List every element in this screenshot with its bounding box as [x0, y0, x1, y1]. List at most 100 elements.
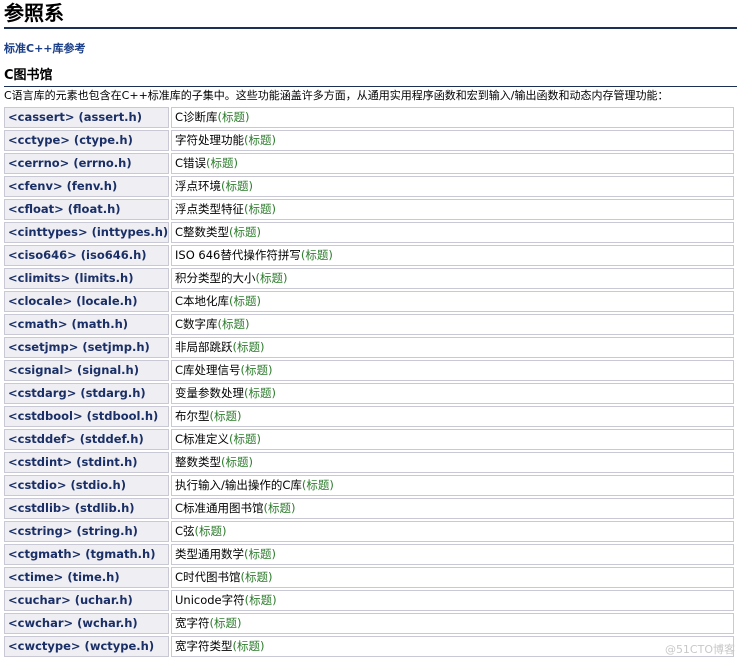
header-name-link[interactable]: <csetjmp> (setjmp.h)	[4, 337, 169, 358]
header-description: 积分类型的大小	[175, 271, 256, 285]
header-description-cell: C标准通用图书馆(标题)	[171, 498, 734, 519]
header-description-cell: 浮点类型特征(标题)	[171, 199, 734, 220]
header-description-cell: 宽字符类型(标题)	[171, 636, 734, 657]
header-tag-link[interactable]: (标题)	[221, 179, 253, 193]
header-description: ISO 646替代操作符拼写	[175, 248, 301, 262]
header-description-cell: Unicode字符(标题)	[171, 590, 734, 611]
header-name-link[interactable]: <cstdint> (stdint.h)	[4, 452, 169, 473]
table-row: <cfenv> (fenv.h) 浮点环境(标题)	[4, 176, 734, 197]
header-name-link[interactable]: <ctime> (time.h)	[4, 567, 169, 588]
header-tag-link[interactable]: (标题)	[241, 363, 273, 377]
header-tag-link[interactable]: (标题)	[244, 547, 276, 561]
header-name-link[interactable]: <cerrno> (errno.h)	[4, 153, 169, 174]
header-name-link[interactable]: <cctype> (ctype.h)	[4, 130, 169, 151]
header-tag-link[interactable]: (标题)	[241, 570, 273, 584]
header-name-link[interactable]: <cassert> (assert.h)	[4, 107, 169, 128]
table-row: <climits> (limits.h) 积分类型的大小(标题)	[4, 268, 734, 289]
header-tag-link[interactable]: (标题)	[245, 593, 277, 607]
header-tag-link[interactable]: (标题)	[218, 110, 250, 124]
table-row: <cinttypes> (inttypes.h) C整数类型(标题)	[4, 222, 734, 243]
header-tag-link[interactable]: (标题)	[301, 248, 333, 262]
header-description: C错误	[175, 156, 207, 170]
header-tag-link[interactable]: (标题)	[229, 432, 261, 446]
reference-page: 参照系 标准C++库参考 C图书馆 C语言库的元素也包含在C++标准库的子集中。…	[0, 0, 743, 659]
header-description: 非局部跳跃	[175, 340, 233, 354]
header-name-link[interactable]: <cstdbool> (stdbool.h)	[4, 406, 169, 427]
header-description-cell: 执行输入/输出操作的C库(标题)	[171, 475, 734, 496]
table-row: <cstring> (string.h) C弦(标题)	[4, 521, 734, 542]
header-tag-link[interactable]: (标题)	[244, 133, 276, 147]
table-row: <cstdbool> (stdbool.h) 布尔型(标题)	[4, 406, 734, 427]
table-row: <cstddef> (stddef.h) C标准定义(标题)	[4, 429, 734, 450]
header-name-link[interactable]: <cstdarg> (stdarg.h)	[4, 383, 169, 404]
breadcrumb-link[interactable]: 标准C++库参考	[4, 42, 86, 56]
header-name-link[interactable]: <cuchar> (uchar.h)	[4, 590, 169, 611]
table-row: <cstdint> (stdint.h) 整数类型(标题)	[4, 452, 734, 473]
table-row: <ctime> (time.h) C时代图书馆(标题)	[4, 567, 734, 588]
header-description: C标准定义	[175, 432, 230, 446]
header-description-cell: 类型通用数学(标题)	[171, 544, 734, 565]
header-name-link[interactable]: <ciso646> (iso646.h)	[4, 245, 169, 266]
header-description: C整数类型	[175, 225, 230, 239]
header-name-link[interactable]: <cwctype> (wctype.h)	[4, 636, 169, 657]
header-description-cell: 字符处理功能(标题)	[171, 130, 734, 151]
header-name-link[interactable]: <cstddef> (stddef.h)	[4, 429, 169, 450]
header-name-link[interactable]: <csignal> (signal.h)	[4, 360, 169, 381]
table-row: <cstdlib> (stdlib.h) C标准通用图书馆(标题)	[4, 498, 734, 519]
header-description: C库处理信号	[175, 363, 241, 377]
header-table: <cassert> (assert.h) C诊断库(标题) <cctype> (ct…	[2, 105, 736, 659]
header-description: C诊断库	[175, 110, 218, 124]
header-description-cell: C本地化库(标题)	[171, 291, 734, 312]
header-description: Unicode字符	[175, 593, 245, 607]
table-row: <ciso646> (iso646.h) ISO 646替代操作符拼写(标题)	[4, 245, 734, 266]
header-name-link[interactable]: <cfloat> (float.h)	[4, 199, 169, 220]
header-name-link[interactable]: <clocale> (locale.h)	[4, 291, 169, 312]
header-tag-link[interactable]: (标题)	[264, 501, 296, 515]
header-description: 整数类型	[175, 455, 221, 469]
header-description: 变量参数处理	[175, 386, 244, 400]
header-name-link[interactable]: <climits> (limits.h)	[4, 268, 169, 289]
header-name-link[interactable]: <cwchar> (wchar.h)	[4, 613, 169, 634]
header-tag-link[interactable]: (标题)	[195, 524, 227, 538]
table-row: <cfloat> (float.h) 浮点类型特征(标题)	[4, 199, 734, 220]
header-tag-link[interactable]: (标题)	[244, 202, 276, 216]
header-tag-link[interactable]: (标题)	[221, 455, 253, 469]
header-name-link[interactable]: <cfenv> (fenv.h)	[4, 176, 169, 197]
table-row: <cuchar> (uchar.h) Unicode字符(标题)	[4, 590, 734, 611]
header-description-cell: C弦(标题)	[171, 521, 734, 542]
header-tag-link[interactable]: (标题)	[210, 409, 242, 423]
header-tag-link[interactable]: (标题)	[233, 639, 265, 653]
table-row: <ctgmath> (tgmath.h) 类型通用数学(标题)	[4, 544, 734, 565]
header-description-cell: C库处理信号(标题)	[171, 360, 734, 381]
header-tag-link[interactable]: (标题)	[229, 294, 261, 308]
header-tag-link[interactable]: (标题)	[218, 317, 250, 331]
header-tag-link[interactable]: (标题)	[256, 271, 288, 285]
title-divider	[4, 27, 737, 29]
table-row: <cassert> (assert.h) C诊断库(标题)	[4, 107, 734, 128]
header-tag-link[interactable]: (标题)	[210, 616, 242, 630]
header-name-link[interactable]: <cinttypes> (inttypes.h)	[4, 222, 169, 243]
header-description: 宽字符类型	[175, 639, 233, 653]
header-description-cell: C诊断库(标题)	[171, 107, 734, 128]
header-tag-link[interactable]: (标题)	[302, 478, 334, 492]
header-description: 浮点类型特征	[175, 202, 244, 216]
table-row: <cwchar> (wchar.h) 宽字符(标题)	[4, 613, 734, 634]
header-tag-link[interactable]: (标题)	[244, 386, 276, 400]
header-tag-link[interactable]: (标题)	[229, 225, 261, 239]
header-description: 执行输入/输出操作的C库	[175, 478, 302, 492]
header-description-cell: C整数类型(标题)	[171, 222, 734, 243]
header-description-cell: 整数类型(标题)	[171, 452, 734, 473]
header-name-link[interactable]: <ctgmath> (tgmath.h)	[4, 544, 169, 565]
table-row: <clocale> (locale.h) C本地化库(标题)	[4, 291, 734, 312]
header-tag-link[interactable]: (标题)	[233, 340, 265, 354]
header-name-link[interactable]: <cstdlib> (stdlib.h)	[4, 498, 169, 519]
header-tag-link[interactable]: (标题)	[206, 156, 238, 170]
header-name-link[interactable]: <cstring> (string.h)	[4, 521, 169, 542]
header-name-link[interactable]: <cstdio> (stdio.h)	[4, 475, 169, 496]
header-description-cell: C数字库(标题)	[171, 314, 734, 335]
table-row: <cstdarg> (stdarg.h) 变量参数处理(标题)	[4, 383, 734, 404]
table-row: <cstdio> (stdio.h) 执行输入/输出操作的C库(标题)	[4, 475, 734, 496]
header-table-body: <cassert> (assert.h) C诊断库(标题) <cctype> (ct…	[4, 107, 734, 657]
header-name-link[interactable]: <cmath> (math.h)	[4, 314, 169, 335]
page-title: 参照系	[4, 1, 64, 25]
